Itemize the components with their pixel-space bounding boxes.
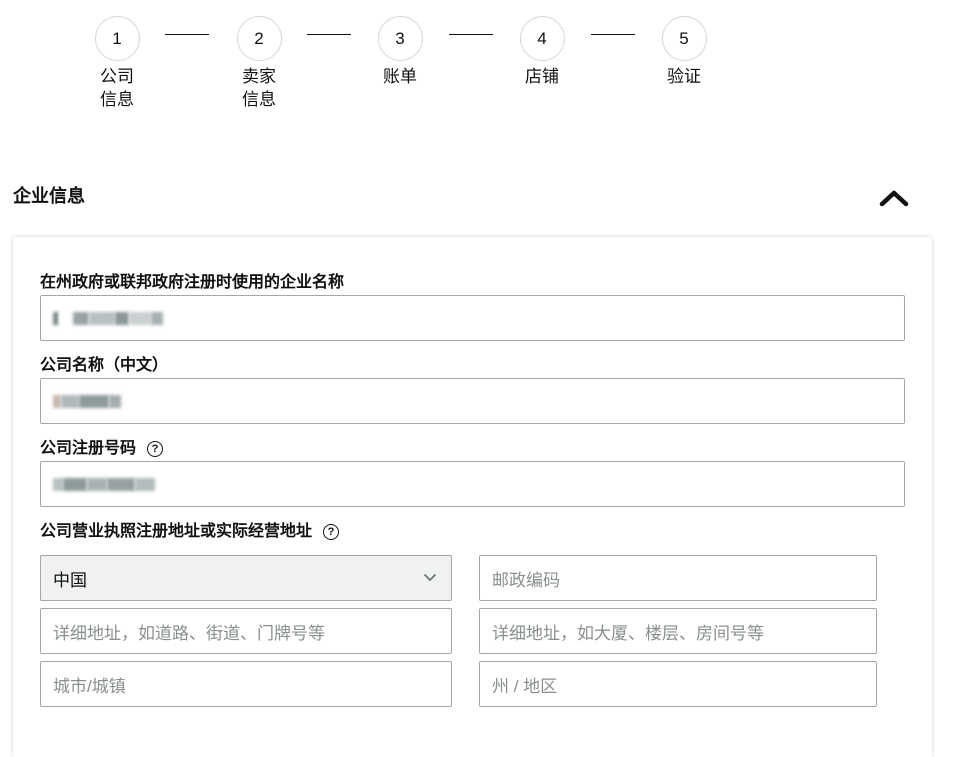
country-select[interactable]: 中国 <box>40 555 452 601</box>
company-name-cn-label: 公司名称（中文） <box>40 357 169 374</box>
company-name-cn-input[interactable] <box>40 378 905 424</box>
state-placeholder: 州 / 地区 <box>492 676 558 696</box>
address-line1-placeholder: 详细地址，如道路、街道、门牌号等 <box>53 623 325 643</box>
address-line2-placeholder: 详细地址，如大厦、楼层、房间号等 <box>492 623 764 643</box>
chevron-up-icon[interactable] <box>877 186 911 210</box>
step-3-number: 3 <box>377 16 423 61</box>
registration-number-label: 公司注册号码 ? <box>40 438 164 460</box>
step-3-label: 账单 <box>383 67 417 86</box>
step-5-label: 验证 <box>667 67 701 86</box>
step-4: 4 店铺 <box>512 16 572 88</box>
step-1: 1 公司 信息 <box>87 16 147 111</box>
state-input[interactable]: 州 / 地区 <box>479 661 877 707</box>
section-title: 企业信息 <box>13 186 85 206</box>
step-4-number: 4 <box>519 16 565 61</box>
step-4-label: 店铺 <box>525 67 559 86</box>
registration-number-input[interactable] <box>40 461 905 507</box>
question-circle-icon[interactable]: ? <box>323 524 340 540</box>
address-line2-input[interactable]: 详细地址，如大厦、楼层、房间号等 <box>479 608 877 654</box>
postal-code-input[interactable]: 邮政编码 <box>479 555 877 601</box>
city-input[interactable]: 城市/城镇 <box>40 661 452 707</box>
business-name-label: 在州政府或联邦政府注册时使用的企业名称 <box>40 274 345 291</box>
step-5: 5 验证 <box>654 16 714 88</box>
business-name-input[interactable] <box>40 295 905 341</box>
step-1-label: 公司 信息 <box>100 67 134 109</box>
step-2-label: 卖家 信息 <box>242 67 276 109</box>
country-select-value: 中国 <box>53 570 87 590</box>
address-label: 公司营业执照注册地址或实际经营地址 ? <box>40 521 340 543</box>
business-info-card: 在州政府或联邦政府注册时使用的企业名称 公司名称（中文） 公司注册号码 ? 公司… <box>13 237 932 757</box>
chevron-down-icon <box>424 574 436 581</box>
step-5-number: 5 <box>661 16 707 61</box>
step-3: 3 账单 <box>370 16 430 88</box>
city-placeholder: 城市/城镇 <box>53 676 126 696</box>
step-2: 2 卖家 信息 <box>229 16 289 111</box>
redacted-value <box>53 477 155 491</box>
step-2-number: 2 <box>236 16 282 61</box>
redacted-value <box>53 394 121 408</box>
step-1-number: 1 <box>94 16 140 61</box>
progress-stepper: 1 公司 信息 2 卖家 信息 3 账单 4 店铺 5 验证 <box>0 16 967 116</box>
business-info-section-header[interactable]: 企业信息 <box>13 180 933 220</box>
step-connector <box>165 34 209 35</box>
question-circle-icon[interactable]: ? <box>147 441 164 457</box>
redacted-value <box>53 311 163 325</box>
postal-code-placeholder: 邮政编码 <box>492 570 560 590</box>
step-connector <box>591 34 635 35</box>
address-line1-input[interactable]: 详细地址，如道路、街道、门牌号等 <box>40 608 452 654</box>
step-connector <box>307 34 351 35</box>
step-connector <box>449 34 493 35</box>
